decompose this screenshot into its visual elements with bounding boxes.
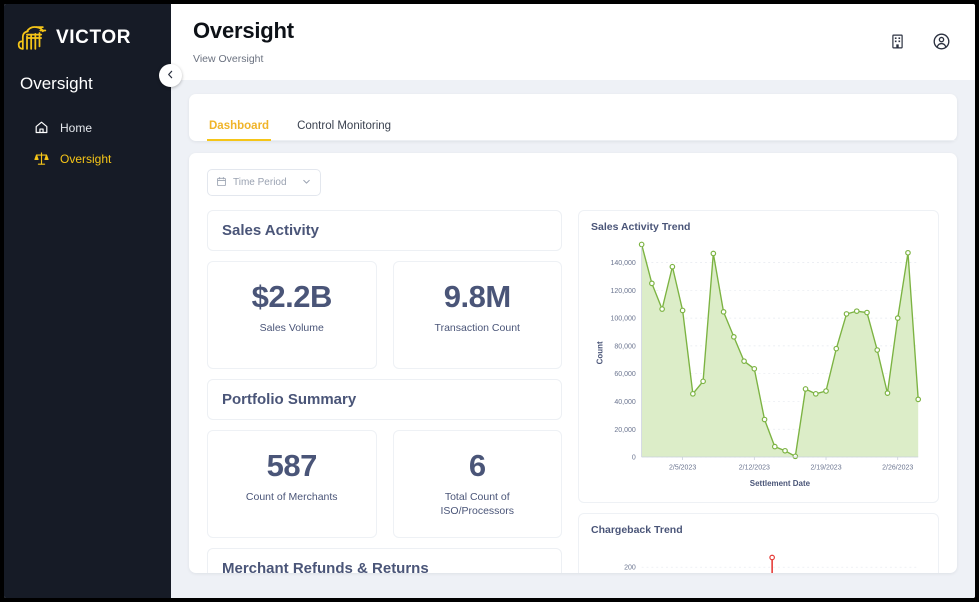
chevron-left-icon (165, 67, 176, 85)
time-period-select[interactable]: Time Period (207, 169, 321, 196)
svg-text:40,000: 40,000 (614, 399, 636, 406)
kpi-card-count-of-merchants: 587 Count of Merchants (207, 430, 377, 538)
dashboard-panel: Time Period Sales Activity $2.2B Sales V… (189, 153, 957, 573)
time-period-label: Time Period (233, 177, 287, 188)
chargeback-trend-chart: 200 (624, 554, 919, 573)
svg-text:0: 0 (632, 455, 636, 462)
svg-text:200: 200 (624, 565, 636, 572)
page-title: Oversight (193, 18, 294, 43)
kpi-column: Sales Activity $2.2B Sales Volume 9.8M T… (207, 210, 562, 573)
kpi-value: 6 (468, 448, 486, 483)
dashboard-grid: Sales Activity $2.2B Sales Volume 9.8M T… (207, 210, 939, 573)
tab-bar: Dashboard Control Monitoring (189, 94, 957, 141)
sidebar-item-label: Oversight (60, 151, 112, 166)
kpi-value: 9.8M (443, 279, 511, 314)
chart-title: Sales Activity Trend (591, 221, 691, 233)
tab-dashboard[interactable]: Dashboard (207, 120, 272, 141)
tab-label: Control Monitoring (297, 120, 392, 132)
svg-text:2/12/2023: 2/12/2023 (739, 465, 770, 472)
chart-title: Chargeback Trend (591, 523, 683, 536)
kpi-label: Count of Merchants (245, 490, 338, 503)
tab-label: Dashboard (209, 120, 270, 132)
building-icon[interactable] (889, 33, 906, 55)
kpi-card-total-iso-processors: 6 Total Count of ISO/Processors (392, 430, 562, 538)
calendar-icon (216, 174, 227, 192)
svg-text:140,000: 140,000 (610, 260, 635, 267)
kpi-label: Sales Volume (259, 321, 324, 334)
kpi-card-sales-volume: $2.2B Sales Volume (207, 261, 377, 369)
header-actions (889, 18, 951, 56)
sidebar-item-oversight[interactable]: Oversight (4, 143, 171, 174)
brand[interactable]: VICTOR (4, 16, 171, 56)
sidebar: VICTOR Oversight Home Oversight (4, 4, 182, 598)
kpi-card-transaction-count: 9.8M Transaction Count (392, 261, 562, 369)
account-circle-icon[interactable] (932, 32, 951, 56)
tab-control-monitoring[interactable]: Control Monitoring (295, 120, 393, 141)
sales-activity-trend-chart: 0 20,000 40,000 60,000 80,000 100,000 120,000 1… (596, 241, 922, 488)
kpi-value: $2.2B (251, 279, 333, 314)
svg-text:2/26/2023: 2/26/2023 (882, 465, 913, 472)
sidebar-collapse-button[interactable] (159, 64, 182, 87)
header-text-block: Oversight View Oversight (193, 18, 889, 65)
sidebar-item-label: Home (60, 120, 93, 135)
brand-name: VICTOR (56, 27, 132, 48)
top-header: Oversight View Oversight (171, 4, 975, 80)
svg-text:120,000: 120,000 (610, 288, 635, 295)
sidebar-title: Oversight (20, 74, 93, 93)
svg-text:100,000: 100,000 (610, 316, 635, 323)
main-area: Oversight View Oversight Dashboard Contr… (171, 4, 975, 598)
chevron-down-icon (301, 174, 312, 192)
kpi-label: Transaction Count (434, 321, 520, 334)
svg-text:80,000: 80,000 (614, 343, 636, 350)
chart-card-sales-activity-trend: Sales Activity Trend 0 20,000 40,000 60,000… (578, 210, 939, 503)
kpi-label: Total Count of ISO/Processors (440, 490, 515, 517)
home-icon (34, 120, 49, 135)
breadcrumb: View Oversight (193, 53, 264, 65)
charts-column: Sales Activity Trend 0 20,000 40,000 60,000… (578, 210, 939, 573)
svg-text:20,000: 20,000 (614, 427, 636, 434)
svg-text:2/19/2023: 2/19/2023 (810, 465, 841, 472)
kpi-row-portfolio-summary: 587 Count of Merchants 6 Total Count of … (207, 430, 562, 538)
section-title-sales-activity: Sales Activity (207, 210, 562, 251)
sidebar-item-home[interactable]: Home (4, 112, 171, 143)
content-scroll-area: Dashboard Control Monitoring Time Period… (171, 80, 975, 598)
app-window: VICTOR Oversight Home Oversight Oversigh… (4, 4, 975, 598)
chart-card-chargeback-trend: Chargeback Trend 200 (578, 512, 939, 573)
sidebar-nav: Home Oversight (4, 112, 171, 174)
svg-text:2/5/2023: 2/5/2023 (669, 465, 696, 472)
section-title-portfolio-summary: Portfolio Summary (207, 379, 562, 420)
svg-text:Settlement Date: Settlement Date (750, 479, 811, 488)
victor-emblem-icon (15, 23, 49, 53)
svg-text:Count: Count (596, 341, 605, 364)
kpi-row-sales-activity: $2.2B Sales Volume 9.8M Transaction Coun… (207, 261, 562, 369)
section-title-merchant-refunds: Merchant Refunds & Returns (207, 548, 562, 573)
svg-text:60,000: 60,000 (614, 371, 636, 378)
kpi-value: 587 (266, 448, 318, 483)
scales-balance-icon (34, 151, 49, 166)
